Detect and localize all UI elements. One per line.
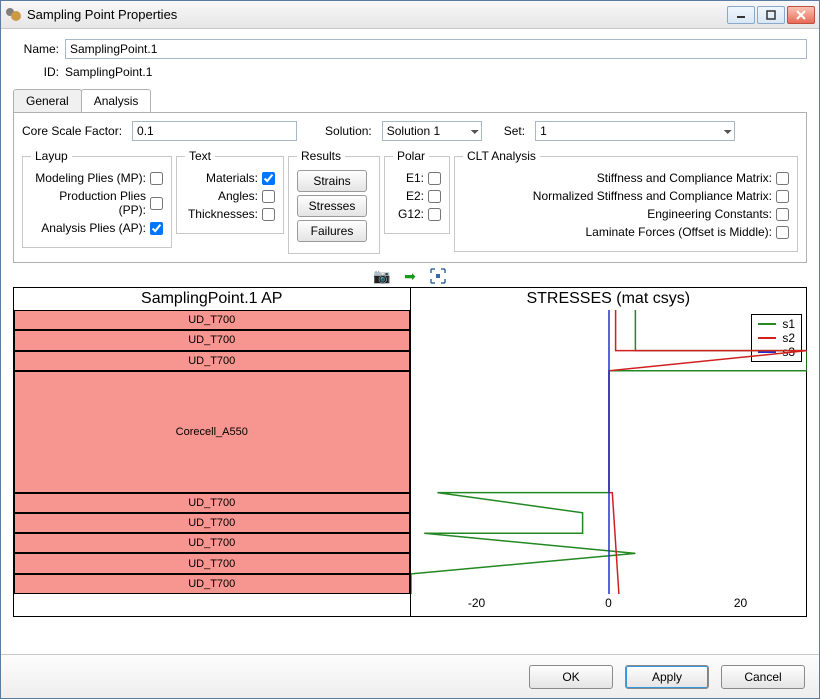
set-label: Set: [504, 124, 525, 138]
fit-icon[interactable] [429, 267, 447, 285]
stresses-plot: s1 s2 s3 [411, 310, 807, 594]
minimize-button[interactable] [727, 6, 755, 24]
pp-label: Production Plies (PP): [31, 189, 146, 217]
close-button[interactable] [787, 6, 815, 24]
charts-area: SamplingPoint.1 AP UD_T700UD_T700UD_T700… [13, 287, 807, 617]
group-results: Results Strains Stresses Failures [288, 149, 380, 254]
e1-label: E1: [406, 171, 424, 185]
ply-row: Corecell_A550 [14, 371, 410, 493]
strains-button[interactable]: Strains [297, 170, 367, 192]
dialog-buttonbar: OK Apply Cancel [1, 654, 819, 698]
g12-label: G12: [398, 207, 424, 221]
materials-checkbox[interactable] [262, 172, 275, 185]
lf-checkbox[interactable] [776, 226, 789, 239]
xtick: -20 [468, 596, 485, 610]
ec-checkbox[interactable] [776, 208, 789, 221]
mp-label: Modeling Plies (MP): [35, 171, 146, 185]
ply-row: UD_T700 [14, 493, 410, 513]
failures-button[interactable]: Failures [297, 220, 367, 242]
text-legend: Text [185, 149, 215, 163]
ply-row: UD_T700 [14, 310, 410, 330]
maximize-button[interactable] [757, 6, 785, 24]
name-label: Name: [13, 42, 59, 56]
lf-label: Laminate Forces (Offset is Middle): [585, 225, 772, 239]
pp-checkbox[interactable] [150, 197, 163, 210]
chart-plystack: SamplingPoint.1 AP UD_T700UD_T700UD_T700… [14, 288, 410, 616]
e2-label: E2: [406, 189, 424, 203]
dialog-window: Sampling Point Properties Name: ID: Samp… [0, 0, 820, 699]
tab-analysis[interactable]: Analysis [81, 89, 152, 112]
thicknesses-label: Thicknesses: [188, 207, 258, 221]
group-text: Text Materials: Angles: Thicknesses: [176, 149, 284, 234]
sc-checkbox[interactable] [776, 172, 789, 185]
next-icon[interactable]: ➡ [401, 267, 419, 285]
tabstrip: General Analysis [13, 89, 807, 112]
ply-row: UD_T700 [14, 553, 410, 573]
id-label: ID: [13, 65, 59, 79]
ap-checkbox[interactable] [150, 222, 163, 235]
core-scale-input[interactable] [132, 121, 297, 141]
e1-checkbox[interactable] [428, 172, 441, 185]
plystack-title: SamplingPoint.1 AP [14, 288, 410, 310]
ap-label: Analysis Plies (AP): [41, 221, 146, 235]
xtick: 0 [605, 596, 612, 610]
ok-button[interactable]: OK [529, 665, 613, 689]
stresses-xaxis: -20 0 20 [411, 594, 807, 616]
ply-row: UD_T700 [14, 574, 410, 594]
stresses-title: STRESSES (mat csys) [411, 288, 807, 310]
cancel-button[interactable]: Cancel [721, 665, 805, 689]
ec-label: Engineering Constants: [647, 207, 772, 221]
tab-general[interactable]: General [13, 89, 82, 112]
e2-checkbox[interactable] [428, 190, 441, 203]
clt-legend: CLT Analysis [463, 149, 540, 163]
group-layup: Layup Modeling Plies (MP): Production Pl… [22, 149, 172, 248]
snapshot-icon[interactable]: 📷 [373, 267, 391, 285]
name-input[interactable] [65, 39, 807, 59]
set-select[interactable]: 1 [535, 121, 735, 141]
ply-row: UD_T700 [14, 330, 410, 350]
window-title: Sampling Point Properties [27, 7, 727, 22]
angles-checkbox[interactable] [262, 190, 275, 203]
chart-stresses: STRESSES (mat csys) s1 s2 s3 -20 0 20 [410, 288, 807, 616]
angles-label: Angles: [218, 189, 258, 203]
g12-checkbox[interactable] [428, 208, 441, 221]
xtick: 20 [734, 596, 747, 610]
apply-button[interactable]: Apply [625, 665, 709, 689]
mp-checkbox[interactable] [150, 172, 163, 185]
sc-label: Stiffness and Compliance Matrix: [597, 171, 772, 185]
plystack-plot: UD_T700UD_T700UD_T700Corecell_A550UD_T70… [14, 310, 410, 594]
group-polar: Polar E1: E2: G12: [384, 149, 450, 234]
chart-toolbar: 📷 ➡ [13, 267, 807, 285]
solution-select[interactable]: Solution 1 [382, 121, 482, 141]
results-legend: Results [297, 149, 345, 163]
solution-label: Solution: [325, 124, 372, 138]
app-icon [5, 7, 21, 23]
ply-row: UD_T700 [14, 513, 410, 533]
nsc-checkbox[interactable] [776, 190, 789, 203]
ply-row: UD_T700 [14, 351, 410, 371]
stresses-button[interactable]: Stresses [297, 195, 367, 217]
tab-analysis-body: Core Scale Factor: Solution: Solution 1 … [13, 112, 807, 263]
layup-legend: Layup [31, 149, 72, 163]
nsc-label: Normalized Stiffness and Compliance Matr… [533, 189, 772, 203]
titlebar: Sampling Point Properties [1, 1, 819, 29]
polar-legend: Polar [393, 149, 429, 163]
thicknesses-checkbox[interactable] [262, 208, 275, 221]
id-value: SamplingPoint.1 [65, 65, 152, 79]
ply-row: UD_T700 [14, 533, 410, 553]
core-scale-label: Core Scale Factor: [22, 124, 122, 138]
group-clt: CLT Analysis Stiffness and Compliance Ma… [454, 149, 798, 252]
materials-label: Materials: [206, 171, 258, 185]
